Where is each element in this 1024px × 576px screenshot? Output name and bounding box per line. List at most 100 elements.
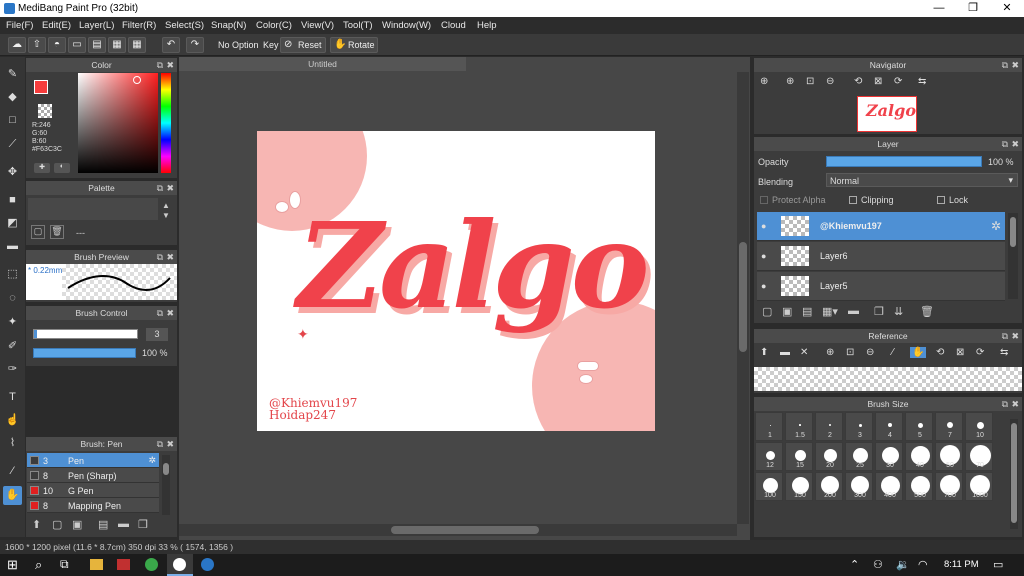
rotate-left-icon[interactable]: ⟲	[936, 347, 944, 358]
undock-icon[interactable]: ⧉	[157, 181, 163, 195]
divide-tool-icon[interactable]: ⌇	[3, 434, 22, 453]
menu-color[interactable]: Color(C)	[256, 20, 292, 31]
color-tool-icon[interactable]: ◐	[54, 163, 70, 173]
message-icon[interactable]: ▭	[68, 37, 86, 53]
undock-icon[interactable]: ⧉	[157, 306, 163, 320]
lock-checkbox[interactable]	[937, 196, 945, 204]
menu-filter[interactable]: Filter(R)	[122, 20, 156, 31]
rotate-left-icon[interactable]: ⟲	[854, 76, 862, 87]
scrollbar-thumb[interactable]	[391, 526, 539, 534]
menu-cloud[interactable]: Cloud	[441, 20, 466, 31]
brush-item[interactable]: 3 Pen ✲	[27, 453, 159, 468]
tile-icon[interactable]: ▦	[128, 37, 146, 53]
menu-layer[interactable]: Layer(L)	[79, 20, 114, 31]
brush-size-option[interactable]: 200	[815, 472, 843, 501]
brush-size-option[interactable]: 500	[905, 472, 933, 501]
fit-window-icon[interactable]: ⊡	[846, 347, 854, 358]
flip-icon[interactable]: ⇆	[918, 76, 926, 87]
scrollbar-thumb[interactable]	[1011, 423, 1017, 523]
brush-list-scrollbar[interactable]	[162, 455, 170, 515]
text-tool-icon[interactable]: T	[3, 388, 22, 407]
horizontal-scrollbar[interactable]	[179, 524, 737, 536]
network-icon[interactable]: ⚇	[873, 558, 883, 571]
brush-size-option[interactable]: 400	[875, 472, 903, 501]
zoom-out-icon[interactable]: ⊖	[866, 347, 874, 358]
notification-icon[interactable]: ▭	[993, 558, 1003, 571]
reference-canvas[interactable]	[754, 367, 1022, 391]
medibang-taskbar-button[interactable]	[167, 554, 193, 576]
task-view-icon[interactable]: ⧉	[60, 557, 69, 572]
cloud-upload-icon[interactable]: ⬆	[760, 347, 768, 358]
brush-size-option[interactable]: 40	[905, 442, 933, 471]
zoom-in-icon[interactable]: ⊕	[826, 347, 834, 358]
search-icon[interactable]: ⌕	[35, 557, 42, 573]
menu-tool[interactable]: Tool(T)	[343, 20, 373, 31]
new-8bit-layer-icon[interactable]: ▤	[802, 305, 812, 318]
panel-close-icon[interactable]: ✖	[1011, 137, 1019, 151]
undock-icon[interactable]: ⧉	[157, 250, 163, 264]
menu-snap[interactable]: Snap(N)	[211, 20, 246, 31]
open-folder-icon[interactable]: ▬	[780, 347, 790, 358]
hue-slider[interactable]	[161, 73, 171, 173]
shape-tool-icon[interactable]: □	[3, 111, 22, 130]
layer-row[interactable]: ● Layer6	[757, 242, 1005, 271]
menu-file[interactable]: File(F)	[6, 20, 33, 31]
layer-row[interactable]: ● @Khiemvu197 ✲	[757, 212, 1005, 241]
brush-size-option[interactable]: 700	[935, 472, 963, 501]
move-tool-icon[interactable]: ✥	[3, 163, 22, 182]
brush-tool-icon[interactable]: ✎	[3, 65, 22, 84]
primary-color-swatch[interactable]	[34, 80, 48, 94]
fit-window-icon[interactable]: ⊡	[806, 76, 814, 87]
brush-size-option[interactable]: 30	[875, 442, 903, 471]
brush-size-option[interactable]: 7	[935, 412, 963, 441]
navigator-thumbnail[interactable]: Zalgo	[857, 96, 917, 132]
clipping-checkbox[interactable]	[849, 196, 857, 204]
reset-view-icon[interactable]: ⊠	[874, 76, 882, 87]
merge-layer-icon[interactable]: ⇊	[894, 305, 903, 318]
hand-icon[interactable]: ✋	[910, 347, 927, 358]
brush-size-option[interactable]: 15	[785, 442, 813, 471]
wifi-icon[interactable]: ◠	[918, 558, 928, 571]
fill-rect-tool-icon[interactable]: ■	[3, 191, 22, 210]
dot-tool-icon[interactable]: ⟋	[3, 135, 22, 154]
menu-window[interactable]: Window(W)	[382, 20, 431, 31]
drawing-canvas[interactable]: ✦ ✦ Zalgo @Khiemvu197 Hoidap247	[257, 131, 655, 431]
new-brush-icon[interactable]: ▢	[52, 518, 62, 531]
undock-icon[interactable]: ⧉	[157, 58, 163, 72]
color-add-icon[interactable]: ✚	[34, 163, 50, 173]
gear-icon[interactable]: ✲	[991, 219, 1001, 233]
select-pen-icon[interactable]: ✐	[3, 337, 22, 356]
menu-select[interactable]: Select(S)	[165, 20, 204, 31]
undock-icon[interactable]: ⧉	[1002, 397, 1008, 411]
brush-item[interactable]: 10 G Pen	[27, 483, 159, 498]
brush-size-scrollbar[interactable]	[1010, 419, 1018, 529]
upload-icon[interactable]: ⇧	[28, 37, 46, 53]
undock-icon[interactable]: ⧉	[1002, 329, 1008, 343]
palette-arrows-icon[interactable]: ▲ ▼	[162, 201, 170, 221]
gradient-tool-icon[interactable]: ▬	[3, 237, 22, 256]
panel-close-icon[interactable]: ✖	[1011, 329, 1019, 343]
layer-scrollbar[interactable]	[1008, 213, 1018, 299]
cloud-brush-icon[interactable]: ⬆	[32, 518, 41, 531]
rotate-right-icon[interactable]: ⟳	[976, 347, 984, 358]
brush-size-option[interactable]: 10	[965, 412, 993, 441]
panel-close-icon[interactable]: ✖	[1011, 397, 1019, 411]
color-picker-cursor[interactable]	[133, 76, 141, 84]
chrome-icon[interactable]	[145, 558, 158, 571]
messenger-icon[interactable]	[201, 558, 214, 571]
panel-close-icon[interactable]: ✖	[166, 181, 174, 195]
protect-alpha-checkbox[interactable]	[760, 196, 768, 204]
bucket-tool-icon[interactable]: ◩	[3, 214, 22, 233]
scrollbar-thumb[interactable]	[739, 242, 747, 352]
layer-opacity-slider[interactable]	[826, 156, 982, 167]
panel-close-icon[interactable]: ✖	[166, 250, 174, 264]
brush-size-option[interactable]: 300	[845, 472, 873, 501]
brush-size-option[interactable]: 1000	[965, 472, 993, 501]
visibility-icon[interactable]: ●	[761, 251, 766, 261]
brush-size-option[interactable]: 70	[965, 442, 993, 471]
menu-help[interactable]: Help	[477, 20, 497, 31]
new-halftone-layer-icon[interactable]: ▣	[782, 305, 792, 318]
brush-size-option[interactable]: 12	[755, 442, 783, 471]
undock-icon[interactable]: ⧉	[157, 437, 163, 451]
panel-close-icon[interactable]: ✖	[1011, 58, 1019, 72]
